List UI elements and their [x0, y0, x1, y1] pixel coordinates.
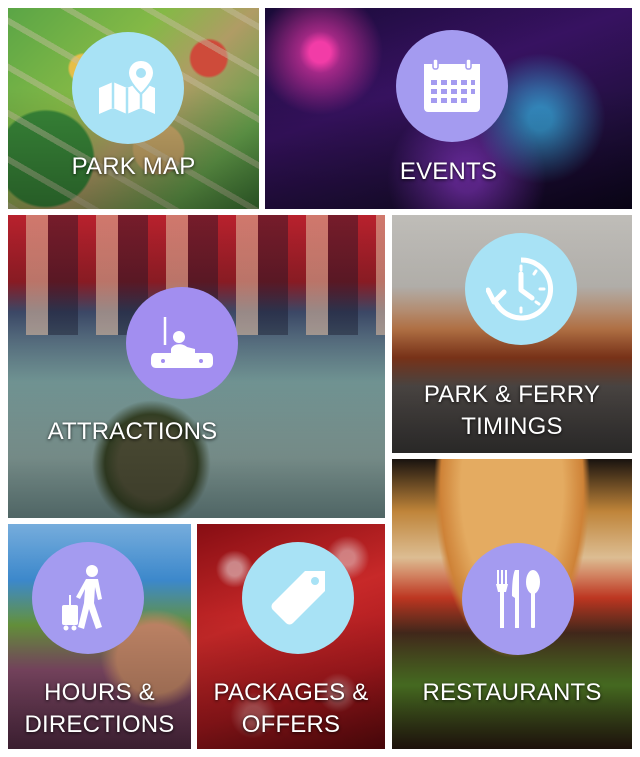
park-map-tile[interactable]: PARK MAP	[8, 8, 259, 209]
map-pin-icon	[72, 32, 184, 144]
packages-label-line2: OFFERS	[241, 711, 341, 738]
attractions-tile[interactable]: ATTRACTIONS	[8, 215, 385, 518]
bumper-car-icon	[126, 287, 238, 399]
clock-icon	[465, 233, 577, 345]
park-map-label: PARK MAP	[71, 153, 196, 180]
traveler-icon	[32, 542, 144, 654]
park-ferry-timings-tile[interactable]: PARK & FERRY TIMINGS	[392, 215, 632, 453]
park-ferry-label-line2: TIMINGS	[461, 413, 563, 440]
price-tag-icon	[242, 542, 354, 654]
packages-offers-tile[interactable]: PACKAGES & OFFERS	[197, 524, 385, 749]
park-ferry-label-line1: PARK & FERRY	[423, 381, 601, 408]
hours-directions-tile[interactable]: HOURS & DIRECTIONS	[8, 524, 191, 749]
calendar-icon	[396, 30, 508, 142]
packages-offers-label: PACKAGES & OFFERS	[197, 677, 385, 741]
packages-label-line1: PACKAGES &	[213, 679, 369, 706]
park-ferry-timings-label: PARK & FERRY TIMINGS	[392, 379, 632, 443]
hours-label-line2: DIRECTIONS	[24, 711, 175, 738]
restaurants-tile[interactable]: RESTAURANTS	[392, 459, 632, 749]
events-label: EVENTS	[399, 158, 498, 185]
attractions-label: ATTRACTIONS	[47, 418, 218, 445]
restaurants-label: RESTAURANTS	[422, 679, 602, 706]
events-tile[interactable]: EVENTS	[265, 8, 632, 209]
hours-directions-label: HOURS & DIRECTIONS	[8, 677, 191, 741]
cutlery-icon	[462, 543, 574, 655]
hours-label-line1: HOURS &	[44, 679, 155, 706]
